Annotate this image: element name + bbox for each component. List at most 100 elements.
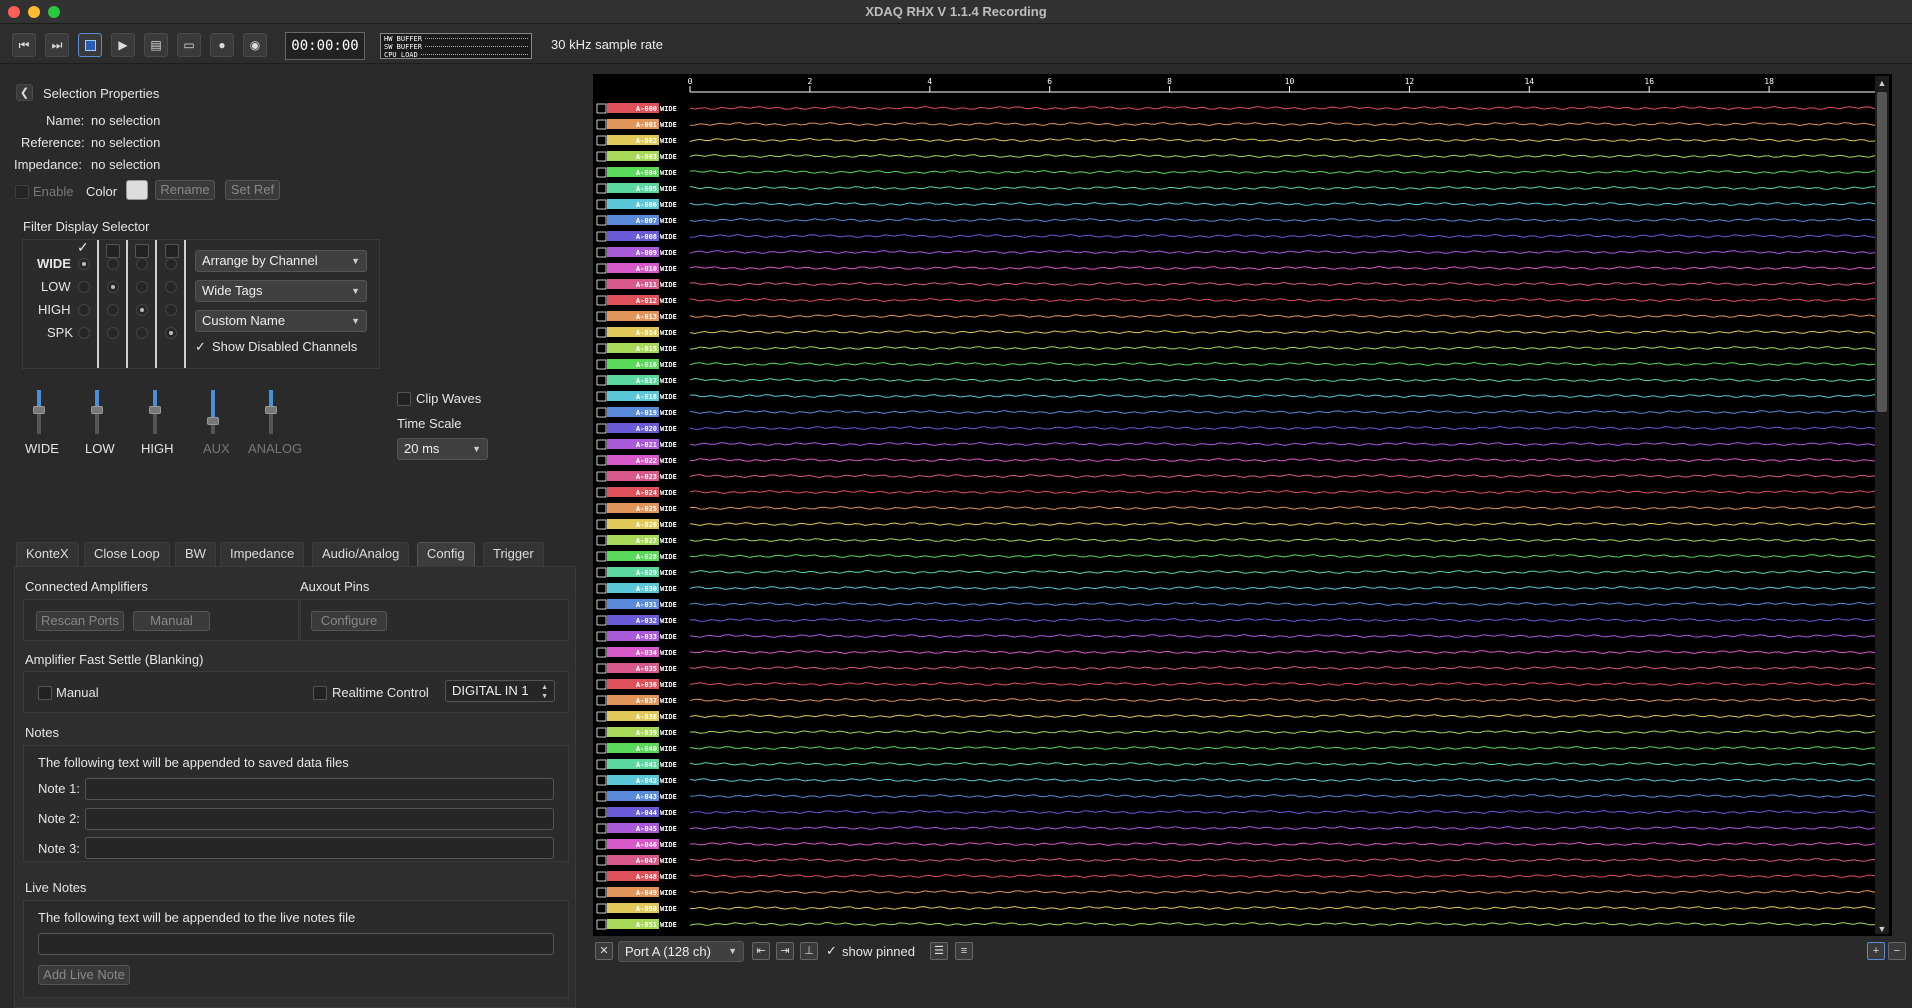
low-scale-slider[interactable] — [91, 390, 103, 434]
channel-name: A-025 — [636, 505, 657, 513]
high-col4-radio[interactable] — [165, 304, 177, 316]
channel-pin-icon — [596, 615, 607, 626]
folder-open-button[interactable]: ▭ — [177, 33, 201, 57]
color-swatch-button[interactable] — [126, 180, 148, 200]
note2-field[interactable] — [85, 808, 554, 830]
tags-dropdown[interactable]: Wide Tags ▼ — [195, 280, 367, 302]
rescan-ports-button[interactable]: Rescan Ports — [36, 611, 124, 631]
channel-name: A-048 — [636, 873, 657, 881]
wide-scale-slider[interactable] — [33, 390, 45, 434]
spk-col2-radio[interactable] — [107, 327, 119, 339]
show-disabled-checkbox[interactable]: ✓ — [195, 339, 206, 355]
channel-waveform — [689, 345, 1890, 351]
channel-waveform — [689, 601, 1890, 607]
aux-scale-slider[interactable] — [207, 390, 219, 434]
scroll-right-button[interactable]: ⇥ — [776, 942, 794, 960]
tab-kontex[interactable]: KonteX — [16, 542, 79, 566]
close-plot-button[interactable]: ✕ — [595, 942, 613, 960]
low-col1-radio[interactable] — [78, 281, 90, 293]
channel-name: A-037 — [636, 697, 657, 705]
enable-checkbox[interactable] — [15, 185, 29, 199]
tab-trigger[interactable]: Trigger — [483, 542, 544, 566]
play-button[interactable]: ▶ — [111, 33, 135, 57]
channel-filter-tag: WIDE — [660, 345, 677, 353]
channel-name: A-016 — [636, 361, 657, 369]
arrange-dropdown[interactable]: Arrange by Channel ▼ — [195, 250, 367, 272]
channel-pin-icon — [596, 279, 607, 290]
chevron-down-icon: ▼ — [351, 256, 360, 266]
show-pinned-checkbox[interactable]: ✓ — [826, 943, 837, 959]
low-column-checkbox[interactable] — [106, 244, 120, 258]
tab-audio-analog[interactable]: Audio/Analog — [312, 542, 410, 566]
channel-pin-icon — [596, 167, 607, 178]
live-note-field[interactable] — [38, 933, 554, 955]
wide-col4-radio[interactable] — [165, 258, 177, 270]
channel-name: A-032 — [636, 617, 657, 625]
folder-open-icon: ▭ — [183, 38, 195, 52]
port-dropdown[interactable]: Port A (128 ch) ▼ — [618, 941, 744, 962]
fast-forward-button[interactable]: ⏭ — [45, 33, 69, 57]
trigger-record-button[interactable]: ◉ — [243, 33, 267, 57]
channel-waveform — [689, 153, 1889, 159]
wide-col3-radio[interactable] — [136, 258, 148, 270]
wide-col2-radio[interactable] — [107, 258, 119, 270]
channel-name: A-029 — [636, 569, 657, 577]
channel-waveform — [689, 313, 1890, 319]
high-col2-radio[interactable] — [107, 304, 119, 316]
time-scale-dropdown[interactable]: 20 ms ▼ — [397, 438, 488, 460]
wide-column-check[interactable]: ✓ — [77, 239, 89, 256]
rewind-button[interactable]: ⏮ — [12, 33, 36, 57]
tab-impedance[interactable]: Impedance — [220, 542, 305, 566]
low-col2-radio[interactable] — [107, 281, 119, 293]
channel-filter-tag: WIDE — [660, 569, 677, 577]
high-col3-radio[interactable] — [136, 304, 148, 316]
spk-col3-radio[interactable] — [136, 327, 148, 339]
digital-in-spinner[interactable]: DIGITAL IN 1 ▲ ▼ — [445, 680, 555, 702]
tab-config[interactable]: Config — [417, 542, 475, 566]
add-live-note-button[interactable]: Add Live Note — [38, 965, 130, 985]
high-col1-radio[interactable] — [78, 304, 90, 316]
tab-close-loop[interactable]: Close Loop — [84, 542, 170, 566]
channel-name: A-005 — [636, 185, 657, 193]
document-button[interactable]: ▤ — [144, 33, 168, 57]
high-column-checkbox[interactable] — [135, 244, 149, 258]
single-column-button[interactable]: ☰ — [930, 942, 948, 960]
waveform-plot[interactable]: 02468101214161820msA-000WIDEA-001WIDEA-0… — [593, 74, 1897, 936]
manual-button[interactable]: Manual — [133, 611, 210, 631]
high-scale-slider[interactable] — [149, 390, 161, 434]
channel-filter-tag: WIDE — [660, 585, 677, 593]
multi-column-button[interactable]: ≡ — [955, 942, 973, 960]
low-col4-radio[interactable] — [165, 281, 177, 293]
analog-scale-slider[interactable] — [265, 390, 277, 434]
channel-waveform — [689, 297, 1890, 303]
pin-button[interactable]: ⊥ — [800, 942, 818, 960]
clip-waves-checkbox[interactable] — [397, 392, 411, 406]
channel-name: A-038 — [636, 713, 657, 721]
spk-column-checkbox[interactable] — [165, 244, 179, 258]
name-mode-dropdown[interactable]: Custom Name ▼ — [195, 310, 367, 332]
note3-field[interactable] — [85, 837, 554, 859]
zoom-out-button[interactable]: − — [1888, 942, 1906, 960]
close-icon: ✕ — [599, 945, 609, 957]
note1-field[interactable] — [85, 778, 554, 800]
wide-col1-radio[interactable] — [78, 258, 90, 270]
channel-filter-tag: WIDE — [660, 825, 677, 833]
manual-checkbox[interactable] — [38, 686, 52, 700]
low-col3-radio[interactable] — [136, 281, 148, 293]
collapse-button[interactable]: ❮ — [16, 84, 33, 101]
tab-bw[interactable]: BW — [175, 542, 216, 566]
channel-pin-icon — [596, 391, 607, 402]
record-button[interactable]: ● — [210, 33, 234, 57]
spk-col4-radio[interactable] — [165, 327, 177, 339]
rename-button[interactable]: Rename — [155, 180, 215, 200]
filter-row-high: HIGH — [38, 302, 71, 317]
set-ref-button[interactable]: Set Ref — [225, 180, 280, 200]
zoom-in-button[interactable]: + — [1867, 942, 1885, 960]
channel-pin-icon — [596, 903, 607, 914]
stop-button[interactable] — [78, 33, 102, 57]
scroll-left-button[interactable]: ⇤ — [752, 942, 770, 960]
channel-name: A-023 — [636, 473, 657, 481]
configure-button[interactable]: Configure — [311, 611, 387, 631]
realtime-control-checkbox[interactable] — [313, 686, 327, 700]
spk-col1-radio[interactable] — [78, 327, 90, 339]
